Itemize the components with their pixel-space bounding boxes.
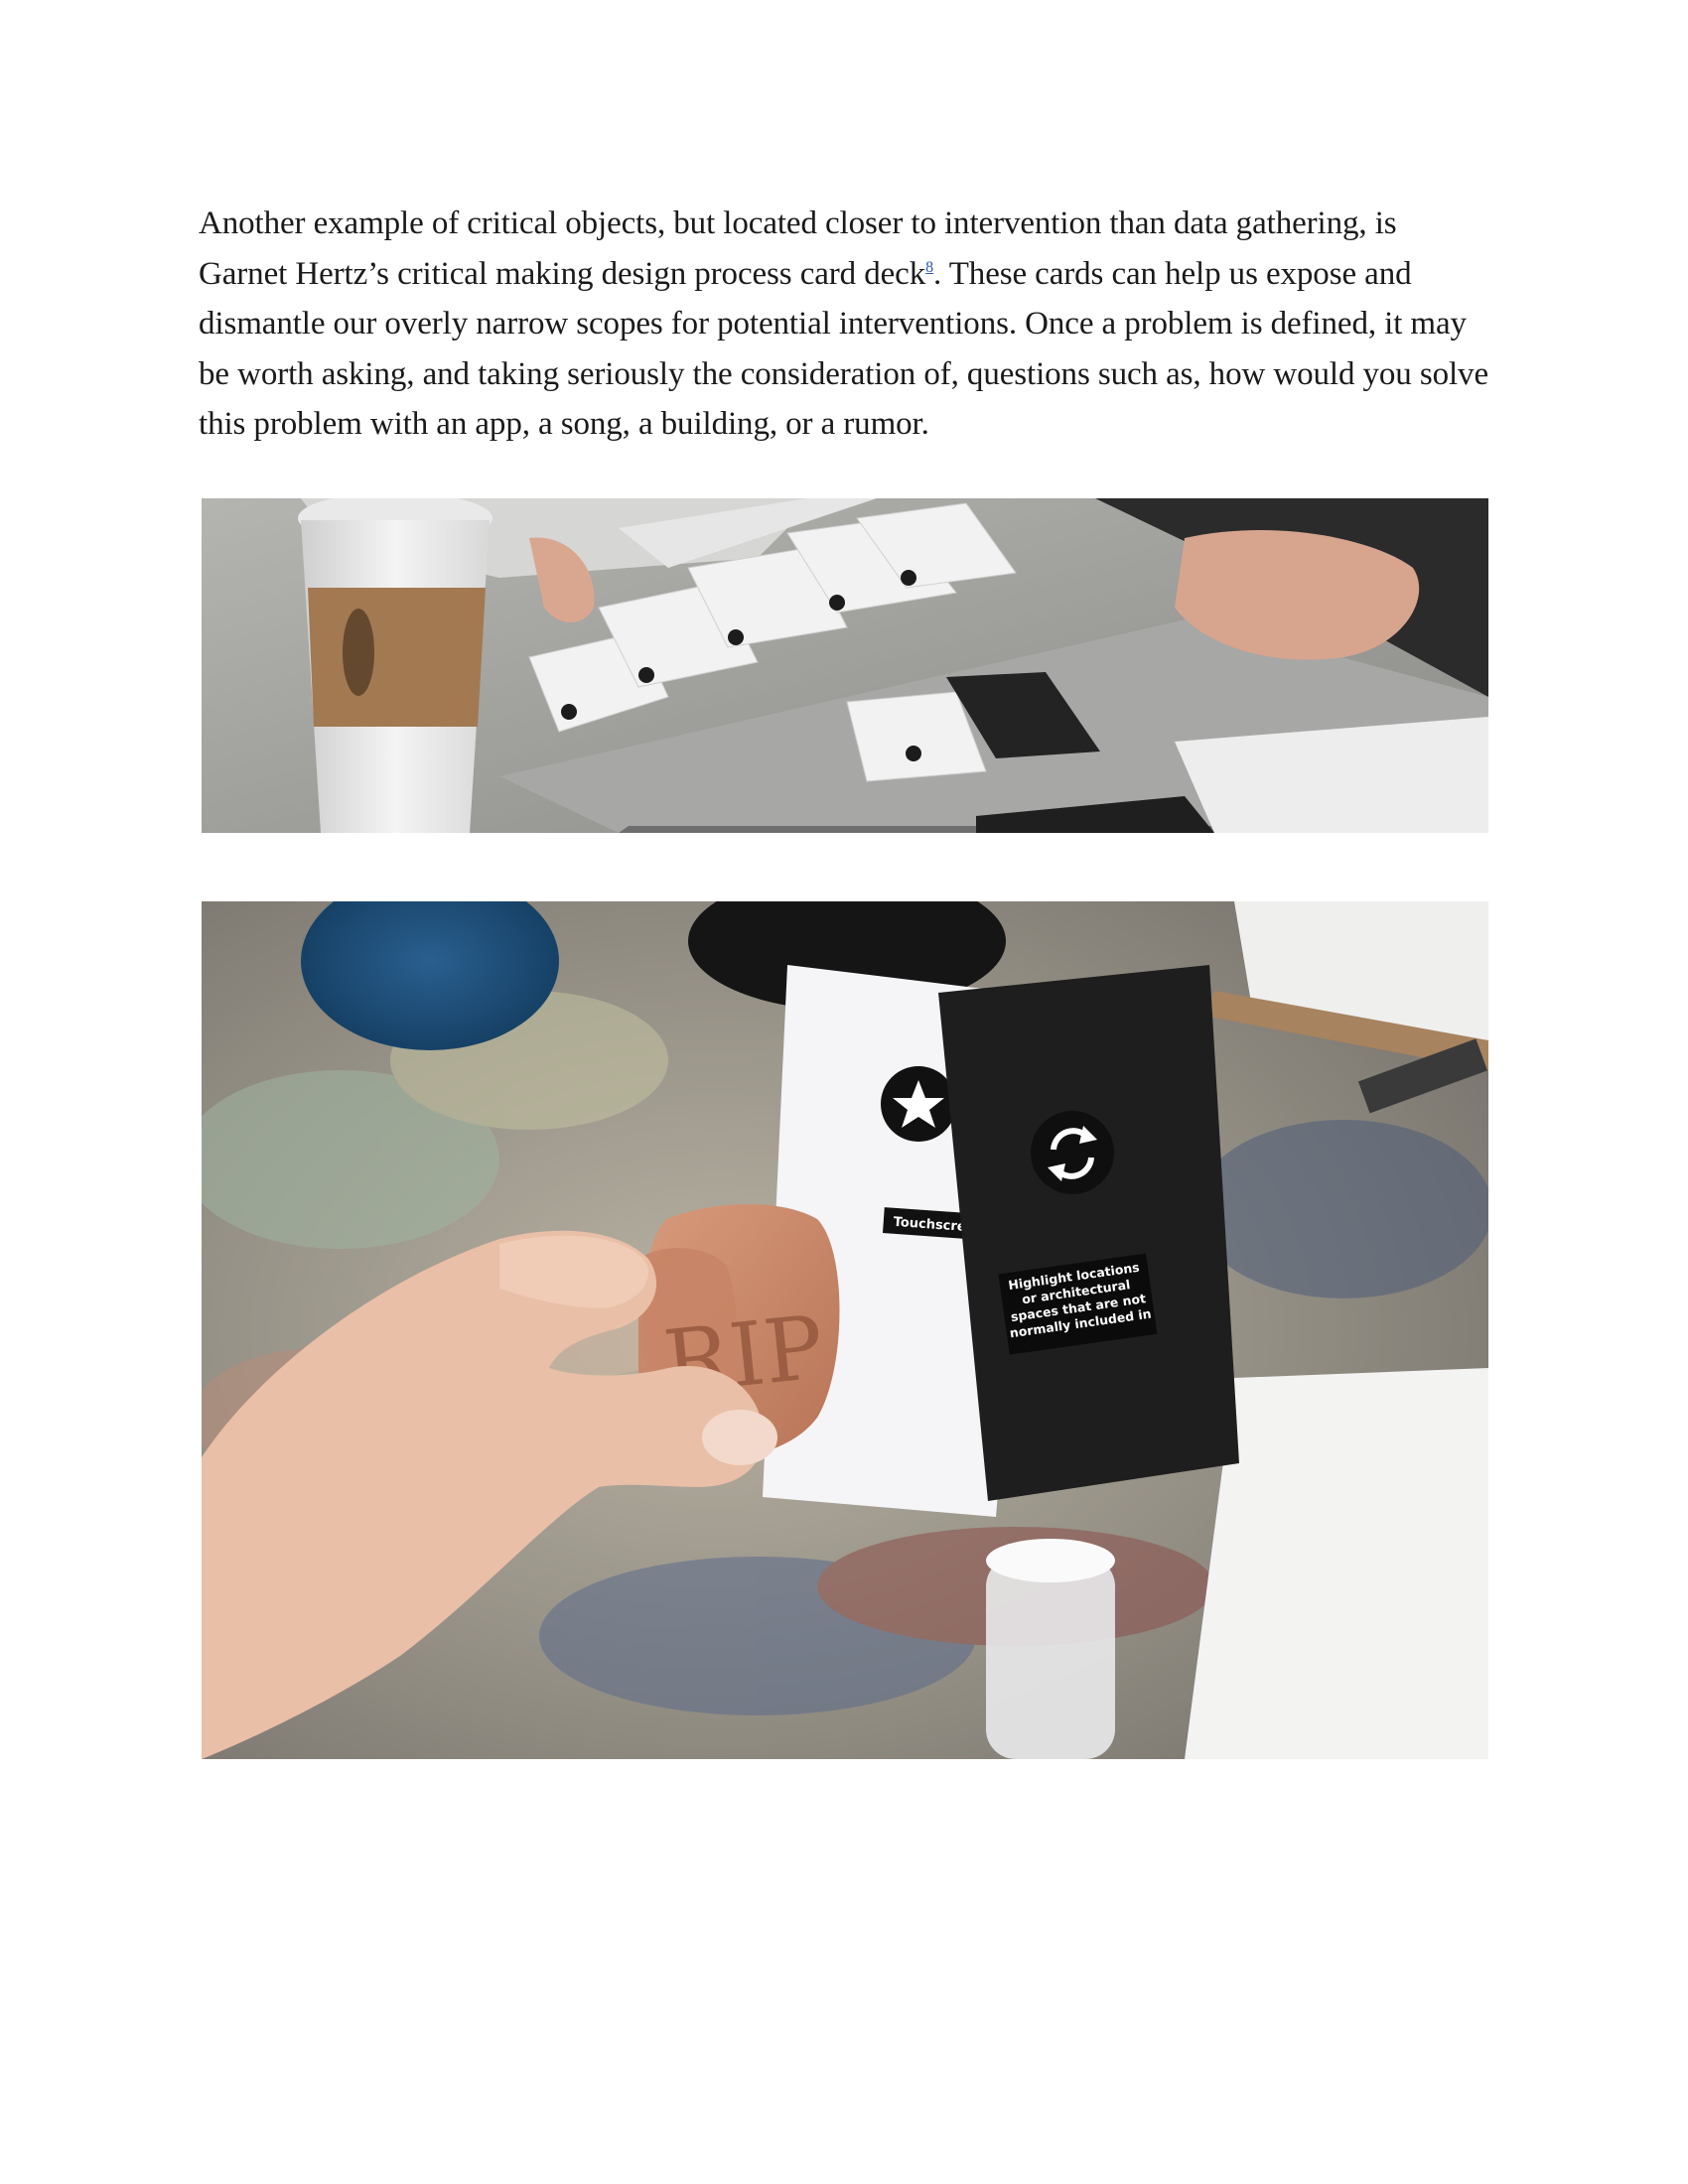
photo-card-deck-table-image bbox=[202, 498, 1488, 833]
refresh-icon bbox=[1031, 1111, 1114, 1194]
photo-clay-and-cards: Touchscreen Highlight locations or archi… bbox=[202, 901, 1488, 1759]
document-page: Another example of critical objects, but… bbox=[0, 0, 1688, 2184]
photo-card-deck-table bbox=[202, 498, 1488, 833]
body-paragraph: Another example of critical objects, but… bbox=[199, 199, 1489, 450]
footnote-link[interactable]: 8 bbox=[925, 259, 933, 276]
photo-clay-and-cards-image: Touchscreen Highlight locations or archi… bbox=[202, 901, 1488, 1759]
